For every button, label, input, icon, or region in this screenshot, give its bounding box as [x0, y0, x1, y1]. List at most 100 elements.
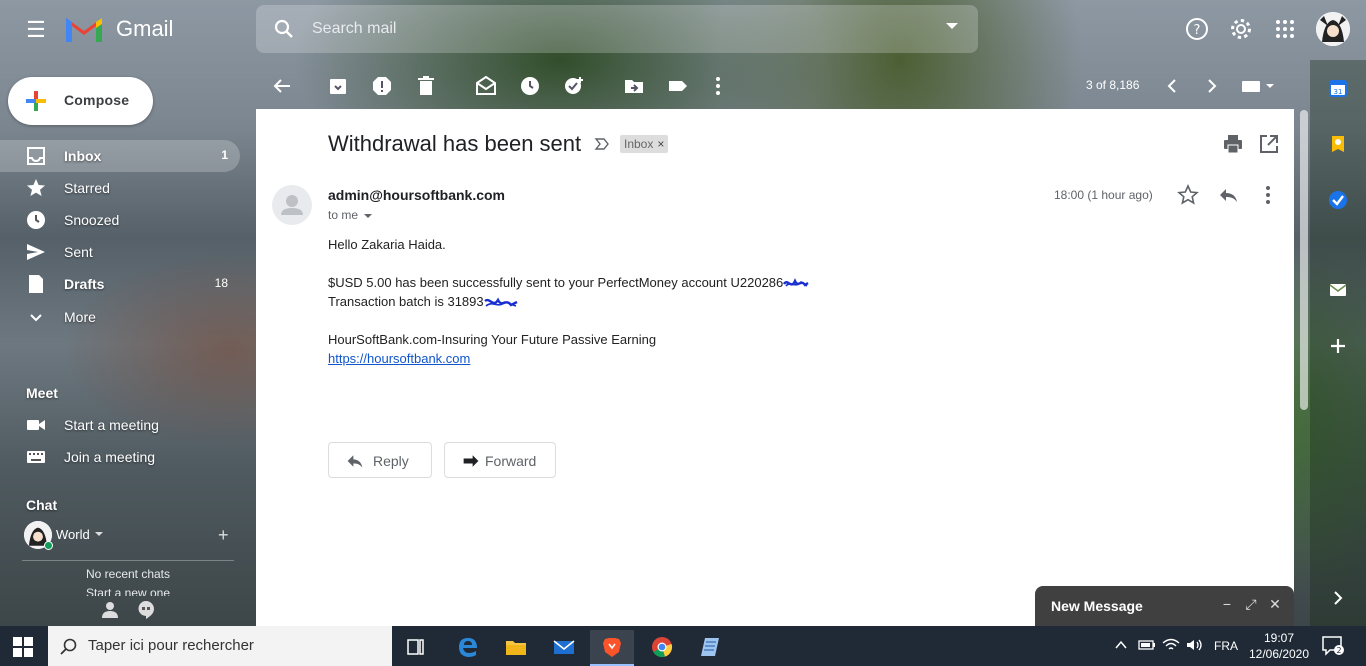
add-to-tasks-icon[interactable] — [562, 74, 586, 98]
sidebar-item-starred[interactable]: Starred — [0, 172, 240, 204]
search-input[interactable] — [312, 17, 912, 41]
join-meeting-link[interactable]: Join a meeting — [0, 441, 240, 473]
minimize-icon[interactable]: − — [1219, 596, 1235, 612]
brave-browser-icon — [603, 638, 621, 657]
contact-addon-icon[interactable] — [1328, 280, 1348, 300]
volume-icon[interactable] — [1186, 638, 1204, 654]
back-arrow-icon[interactable] — [270, 74, 294, 98]
battery-icon[interactable] — [1138, 638, 1156, 654]
chevron-down-icon — [30, 314, 42, 322]
sidebar-item-inbox[interactable]: Inbox 1 — [0, 140, 240, 172]
taskbar-app-chrome[interactable] — [640, 630, 684, 666]
no-chats-text: No recent chats — [85, 567, 171, 581]
chat-user-name: World — [56, 527, 90, 542]
meet-section-title: Meet — [26, 385, 58, 401]
help-icon[interactable]: ? — [1184, 16, 1210, 42]
archive-icon[interactable] — [326, 74, 350, 98]
sidebar-item-sent[interactable]: Sent — [0, 236, 240, 268]
page-scrollbar[interactable] — [1300, 110, 1308, 410]
search-bar[interactable] — [256, 5, 978, 53]
tasks-icon[interactable] — [1328, 190, 1348, 210]
reply-arrow-icon[interactable] — [1216, 183, 1240, 207]
chevron-left-icon[interactable] — [1160, 74, 1184, 98]
task-view-button[interactable] — [394, 630, 438, 666]
wifi-icon[interactable] — [1162, 638, 1180, 654]
sidebar-item-snoozed[interactable]: Snoozed — [0, 204, 240, 236]
email-view: Withdrawal has been sent Inbox × admin@ho… — [256, 109, 1294, 626]
taskbar-clock[interactable]: 19:07 12/06/2020 — [1246, 630, 1312, 662]
taskbar-app-notes[interactable] — [688, 630, 732, 666]
forward-button[interactable]: Forward — [444, 442, 556, 478]
delete-trash-icon[interactable] — [414, 74, 438, 98]
calendar-icon[interactable]: 31 — [1328, 78, 1348, 98]
clock-icon — [27, 211, 45, 229]
video-icon — [27, 420, 45, 430]
new-message-window[interactable]: New Message − ⤢ ✕ — [1035, 586, 1294, 626]
move-to-icon[interactable] — [622, 74, 646, 98]
expand-icon[interactable]: ⤢ — [1243, 596, 1259, 612]
add-chat-icon[interactable]: + — [218, 525, 229, 546]
sidebar-item-drafts[interactable]: Drafts 18 — [0, 268, 240, 300]
add-addons-plus-icon[interactable] — [1328, 336, 1348, 356]
menu-icon[interactable]: ☰ — [24, 18, 48, 42]
chat-user-status[interactable]: World + — [22, 519, 254, 551]
more-vertical-icon[interactable] — [706, 74, 730, 98]
snooze-clock-icon[interactable] — [518, 74, 542, 98]
windows-start-icon[interactable] — [12, 636, 34, 658]
sidebar-item-label: Snoozed — [64, 212, 120, 228]
remove-label-icon[interactable]: × — [657, 137, 664, 151]
sender-email[interactable]: admin@hoursoftbank.com — [328, 187, 505, 203]
taskbar-app-brave[interactable] — [590, 630, 634, 666]
compose-button[interactable]: Compose — [8, 77, 153, 125]
chevron-down-icon[interactable] — [364, 213, 373, 218]
input-language[interactable]: FRA — [1214, 639, 1238, 653]
taskbar-app-file-explorer[interactable] — [494, 630, 538, 666]
settings-gear-icon[interactable] — [1228, 16, 1254, 42]
input-tools-keyboard-icon[interactable] — [1240, 74, 1276, 98]
mail-envelope-icon — [553, 640, 575, 654]
meet-item-label: Start a meeting — [64, 417, 159, 433]
account-avatar[interactable] — [1316, 12, 1350, 46]
hangouts-icon[interactable] — [136, 600, 156, 620]
mark-unread-icon[interactable] — [474, 74, 498, 98]
taskbar-app-edge[interactable] — [446, 630, 490, 666]
report-spam-icon[interactable] — [370, 74, 394, 98]
star-outline-icon[interactable] — [1176, 183, 1200, 207]
chat-section-title: Chat — [26, 497, 58, 513]
email-subject: Withdrawal has been sent — [328, 131, 582, 156]
notification-count: 2 — [1336, 646, 1341, 655]
taskbar-app-mail[interactable] — [542, 630, 586, 666]
chevron-right-icon[interactable] — [1200, 74, 1224, 98]
apps-grid-icon[interactable] — [1272, 16, 1298, 42]
close-icon[interactable]: ✕ — [1267, 596, 1283, 612]
person-icon — [281, 195, 303, 215]
redaction-scribble-icon — [483, 297, 518, 307]
email-line-2-text: Transaction batch is 31893 — [328, 294, 484, 309]
tray-chevron-up-icon[interactable] — [1114, 638, 1132, 654]
important-marker-icon[interactable] — [594, 136, 610, 152]
collapse-panel-chevron-icon[interactable] — [1328, 588, 1348, 608]
action-center-notification-icon[interactable]: 2 — [1322, 636, 1344, 656]
label-chip-inbox: Inbox × — [620, 135, 669, 153]
side-panel: 31 — [1310, 60, 1366, 626]
open-in-new-window-icon[interactable] — [1258, 133, 1280, 155]
chevron-down-icon[interactable] — [95, 532, 103, 536]
label-tag-icon[interactable] — [666, 74, 690, 98]
keep-notes-icon[interactable] — [1328, 134, 1348, 154]
sidebar-item-more[interactable]: More — [0, 301, 240, 333]
label-chip-text: Inbox — [624, 137, 654, 151]
more-vertical-icon[interactable] — [1256, 183, 1280, 207]
svg-text:31: 31 — [1334, 88, 1343, 96]
search-icon[interactable] — [272, 17, 296, 41]
taskbar-search-box[interactable]: Taper ici pour rechercher — [48, 626, 392, 666]
website-link[interactable]: https://hoursoftbank.com — [328, 351, 470, 366]
forward-label: Forward — [485, 453, 537, 469]
search-options-icon[interactable] — [946, 23, 958, 29]
start-meeting-link[interactable]: Start a meeting — [0, 409, 240, 441]
start-new-chat-link[interactable]: Start a new one — [22, 584, 234, 596]
print-icon[interactable] — [1222, 133, 1244, 155]
reply-button[interactable]: Reply — [328, 442, 432, 478]
folder-icon — [506, 641, 526, 655]
person-icon[interactable] — [100, 600, 120, 620]
recipient-details[interactable]: to me — [328, 208, 373, 222]
